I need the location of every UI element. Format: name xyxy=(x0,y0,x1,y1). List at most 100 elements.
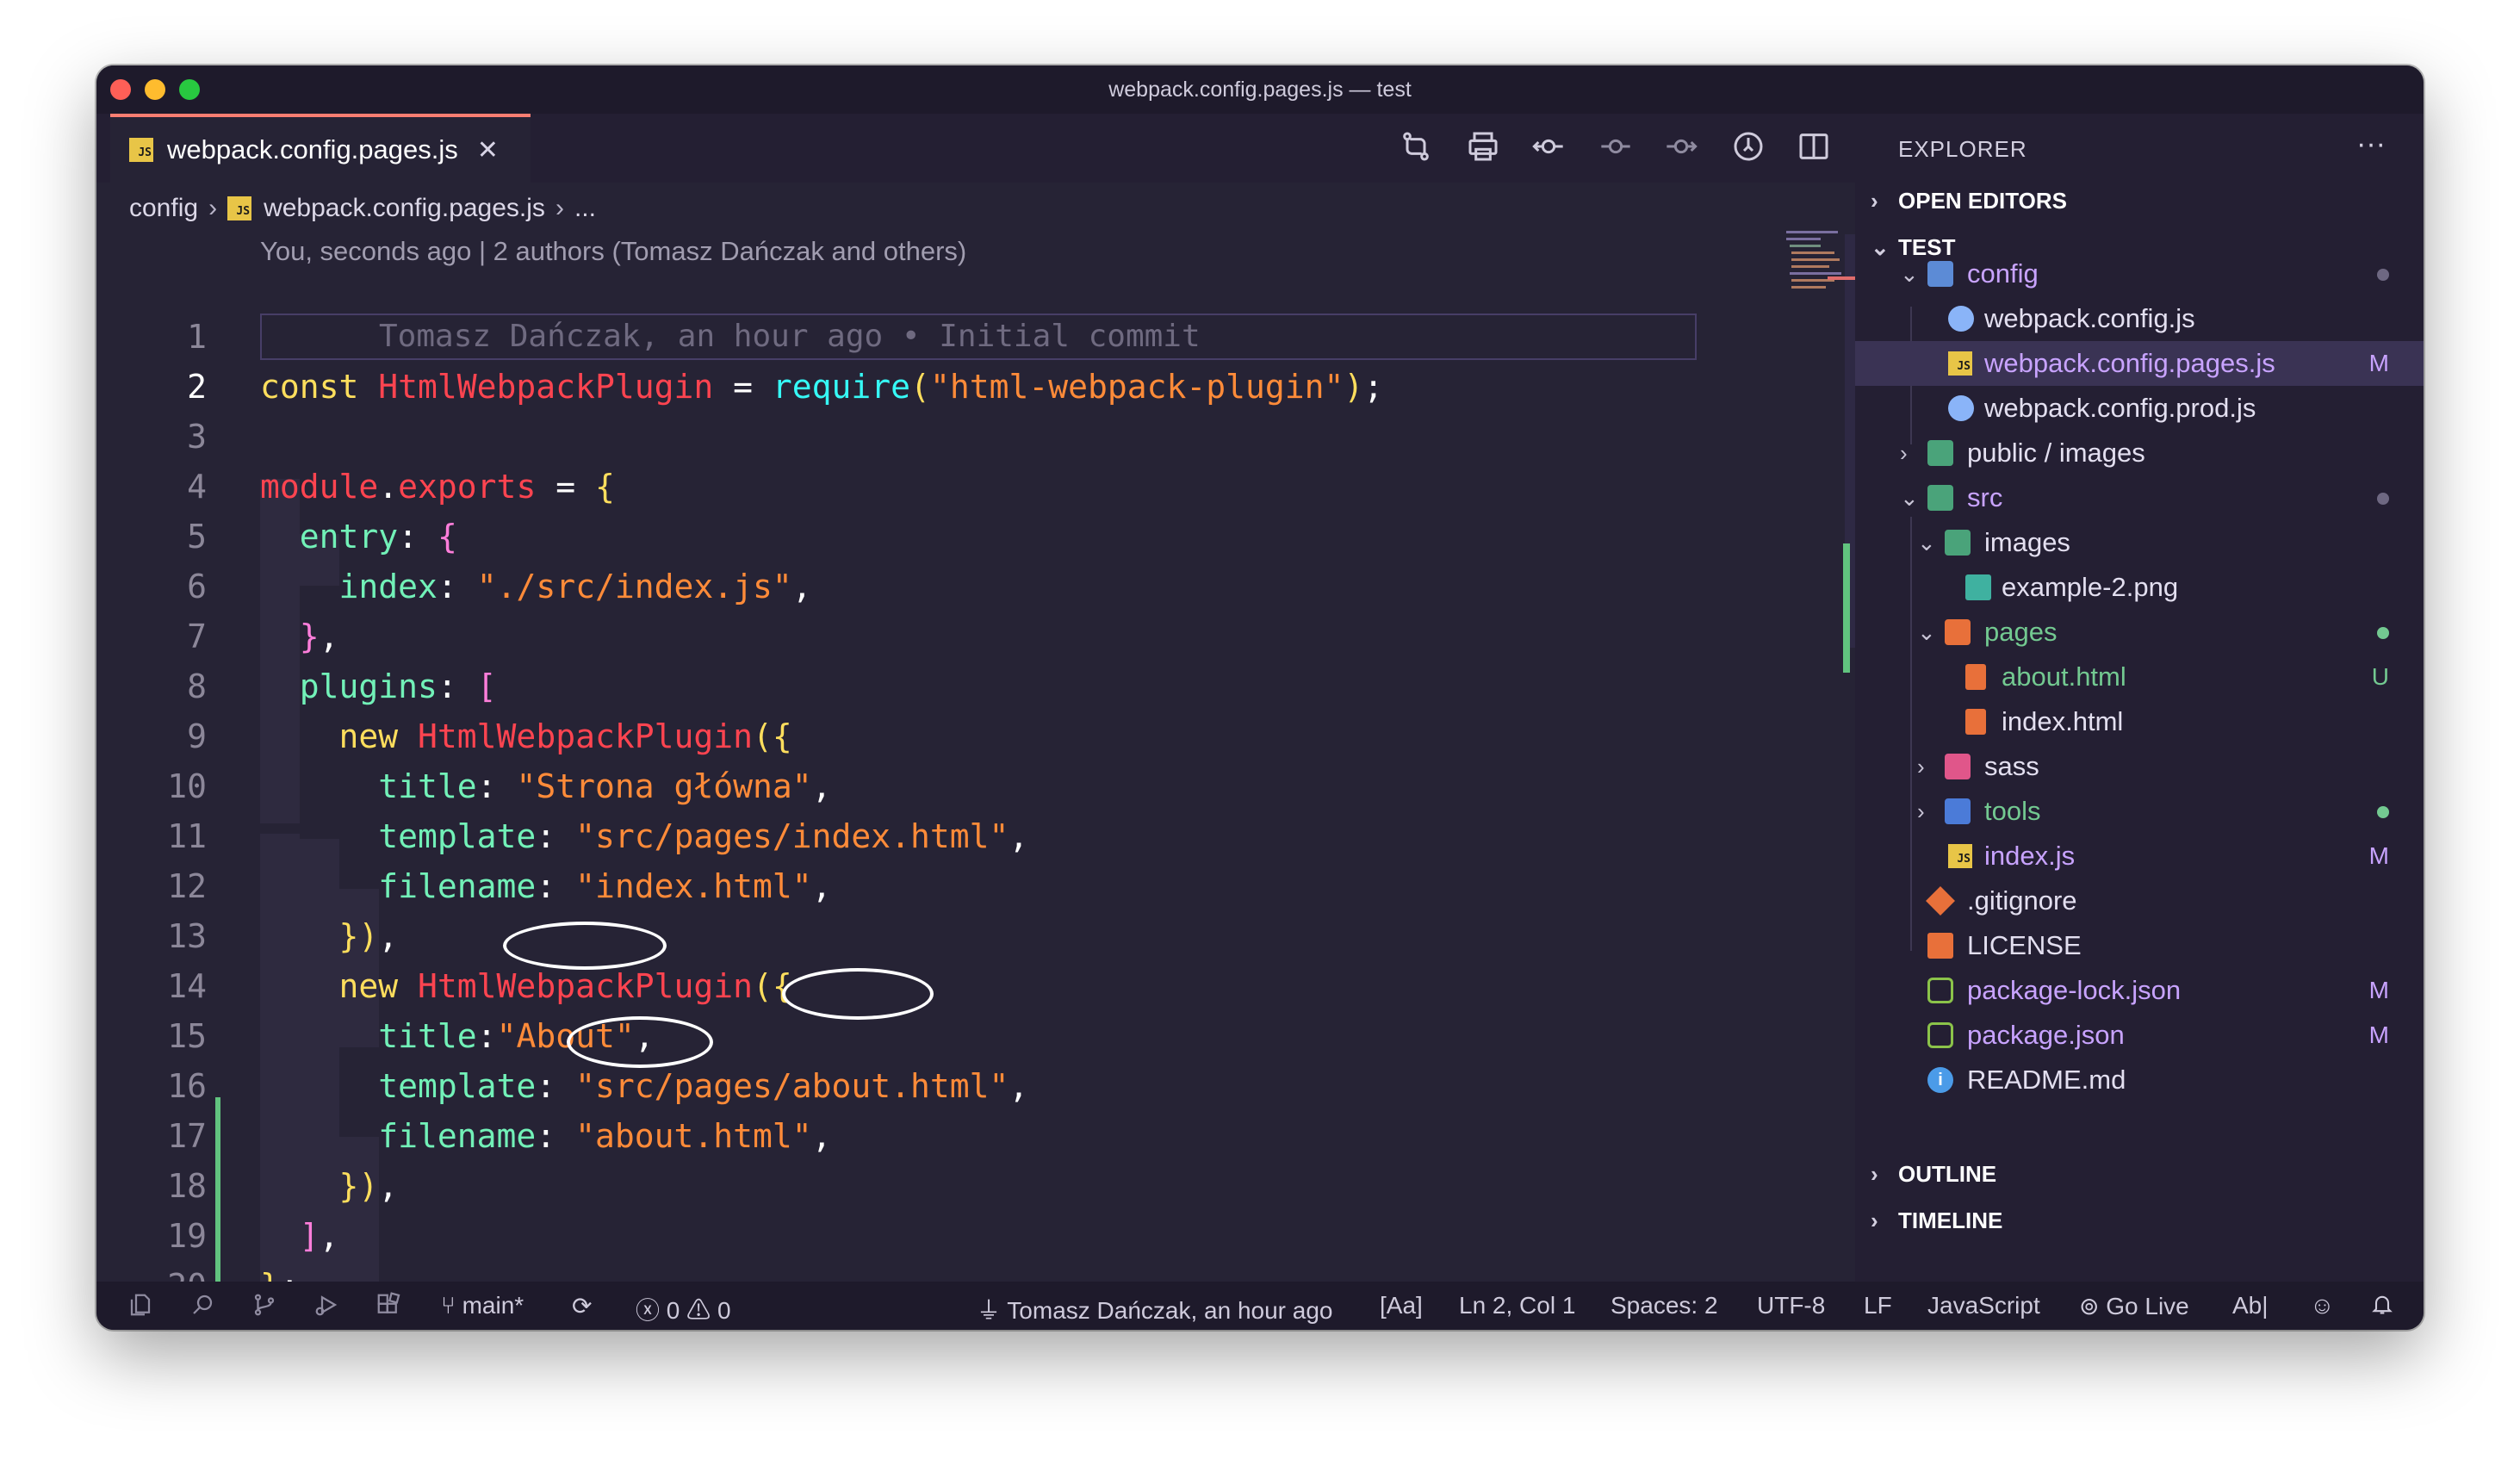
search-icon[interactable] xyxy=(189,1292,215,1324)
broadcast-icon: ⊚ xyxy=(2079,1293,2100,1319)
branch-indicator[interactable]: ⑂ main* xyxy=(441,1292,524,1319)
tree-file[interactable]: .gitignore xyxy=(1855,879,2424,923)
code-line: 3 module.exports = { xyxy=(96,362,1776,506)
tree-file[interactable]: webpack.config.js xyxy=(1855,296,2424,341)
history-icon[interactable] xyxy=(1729,129,1767,167)
code-line: 5 index: "./src/index.js", xyxy=(96,462,1776,605)
breadcrumb-item[interactable]: webpack.config.pages.js xyxy=(264,194,545,223)
vscode-window: webpack.config.pages.js — test JS webpac… xyxy=(96,65,2424,1330)
chevron-down-icon: ⌄ xyxy=(1917,619,1936,645)
git-commit-forward-icon[interactable] xyxy=(1662,129,1700,167)
folder-pages-icon xyxy=(1945,619,1971,645)
tab-bar: JS webpack.config.pages.js ✕ xyxy=(96,114,1855,183)
webpack-icon xyxy=(1948,306,1974,332)
git-commit-icon[interactable] xyxy=(1597,129,1635,167)
nodejs-icon xyxy=(1927,1022,1953,1048)
section-outline[interactable]: › OUTLINE xyxy=(1871,1161,1996,1188)
inline-blame: Tomasz Dańczak, an hour ago • Initial co… xyxy=(379,319,1201,354)
code-line: 17 }), xyxy=(96,1061,1776,1205)
language-mode[interactable]: JavaScript xyxy=(1927,1292,2040,1319)
info-icon: i xyxy=(1927,1067,1953,1093)
case-sensitive-toggle[interactable]: [Aa] xyxy=(1380,1292,1423,1319)
tree-folder-config[interactable]: ⌄ config xyxy=(1855,251,2424,296)
run-debug-icon[interactable] xyxy=(313,1292,339,1324)
indentation[interactable]: Spaces: 2 xyxy=(1611,1292,1718,1319)
folder-src-icon xyxy=(1927,485,1953,511)
problems-indicator[interactable]: ⓧ 0 ⚠ 0 xyxy=(636,1292,731,1326)
folder-images-icon xyxy=(1945,530,1971,556)
scroll-marker xyxy=(1828,276,1855,280)
explorer-sidebar: EXPLORER ··· › OPEN EDITORS ⌄ TEST ⌄ confi… xyxy=(1855,114,2424,1282)
feedback-icon[interactable]: ☺ xyxy=(2310,1292,2335,1319)
breadcrumb-item[interactable]: ... xyxy=(574,194,596,223)
tree-folder-sass[interactable]: › sass xyxy=(1855,744,2424,789)
explorer-icon[interactable] xyxy=(127,1292,153,1324)
git-commit-icon: ⏚ xyxy=(977,1297,1002,1324)
section-open-editors[interactable]: › OPEN EDITORS xyxy=(1871,188,2067,214)
explorer-title: EXPLORER xyxy=(1898,136,2027,162)
code-line: 14 title:"About", xyxy=(96,911,1776,1055)
code-line-current: 2 Tomasz Dańczak, an hour ago • Initial … xyxy=(96,312,1776,406)
tree-file[interactable]: package.json M xyxy=(1855,1013,2424,1058)
breadcrumb-item[interactable]: config xyxy=(129,194,198,223)
code-line: 16 filename: "about.html", xyxy=(96,1011,1776,1155)
chevron-right-icon: › xyxy=(208,194,218,222)
annotation-circle xyxy=(567,1016,713,1068)
bell-icon[interactable] xyxy=(2370,1292,2394,1322)
code-editor[interactable]: You, seconds ago | 2 authors (Tomasz Dań… xyxy=(96,234,1855,1330)
sync-icon[interactable]: ⟳ xyxy=(572,1292,592,1320)
cursor-position[interactable]: Ln 2, Col 1 xyxy=(1459,1292,1575,1319)
image-file-icon xyxy=(1965,574,1991,600)
more-actions-icon[interactable]: ··· xyxy=(2356,127,2386,161)
git-blame-status[interactable]: ⏚ Tomasz Dańczak, an hour ago xyxy=(977,1292,1333,1326)
compare-changes-icon[interactable] xyxy=(1397,129,1435,167)
split-editor-icon[interactable] xyxy=(1795,129,1833,167)
code-line: 7 plugins: [ xyxy=(96,562,1776,705)
tree-file[interactable]: LICENSE xyxy=(1855,923,2424,968)
javascript-file-icon: JS xyxy=(1948,844,1972,868)
tree-file-selected[interactable]: JS webpack.config.pages.js M xyxy=(1855,341,2424,386)
source-control-icon[interactable] xyxy=(251,1292,277,1324)
end-of-line[interactable]: LF xyxy=(1864,1292,1892,1319)
title-bar: webpack.config.pages.js — test xyxy=(96,65,2424,114)
status-bar: ⑂ main* ⟳ ⓧ 0 ⚠ 0 ⏚ Tomasz Dańczak, an h… xyxy=(96,1282,2424,1330)
error-icon: ⓧ xyxy=(636,1297,661,1324)
chevron-down-icon: ⌄ xyxy=(1900,261,1919,287)
code-line: 11 filename: "index.html", xyxy=(96,761,1776,905)
code-line: 8 new HtmlWebpackPlugin({ xyxy=(96,612,1776,755)
tree-folder-tools[interactable]: › tools xyxy=(1855,789,2424,834)
spell-check[interactable]: Ab| xyxy=(2232,1292,2269,1319)
extensions-icon[interactable] xyxy=(376,1292,401,1324)
tree-file[interactable]: webpack.config.prod.js xyxy=(1855,386,2424,431)
tab-webpack-config-pages[interactable]: JS webpack.config.pages.js ✕ xyxy=(110,114,531,183)
git-icon xyxy=(1926,886,1955,916)
tree-file[interactable]: JS index.js M xyxy=(1855,834,2424,879)
go-live-button[interactable]: ⊚ Go Live xyxy=(2079,1292,2189,1320)
untracked-dot xyxy=(2377,806,2389,818)
code-line: 9 title: "Strona główna", xyxy=(96,661,1776,805)
annotation-circle xyxy=(503,922,667,970)
encoding[interactable]: UTF-8 xyxy=(1757,1292,1825,1319)
tree-file[interactable]: index.html xyxy=(1855,699,2424,744)
tree-file[interactable]: about.html U xyxy=(1855,655,2424,699)
code-line: 19 }; xyxy=(96,1161,1776,1305)
tree-folder-pages[interactable]: ⌄ pages xyxy=(1855,610,2424,655)
chevron-right-icon: › xyxy=(1900,440,1908,466)
code-line: 13 new HtmlWebpackPlugin({ xyxy=(96,861,1776,1005)
print-icon[interactable] xyxy=(1464,129,1502,167)
annotation-circle xyxy=(782,968,934,1020)
close-icon[interactable]: ✕ xyxy=(477,135,499,165)
tree-file[interactable]: i README.md xyxy=(1855,1058,2424,1102)
breadcrumb: config › JS webpack.config.pages.js › ..… xyxy=(96,183,1855,234)
section-timeline[interactable]: › TIMELINE xyxy=(1871,1208,2002,1234)
tree-folder-src[interactable]: ⌄ src xyxy=(1855,475,2424,520)
code-line: 15 template: "src/pages/about.html", xyxy=(96,961,1776,1105)
git-commit-back-icon[interactable] xyxy=(1530,129,1567,167)
tree-file[interactable]: package-lock.json M xyxy=(1855,968,2424,1013)
tree-file[interactable]: example-2.png xyxy=(1855,565,2424,610)
git-branch-icon: ⑂ xyxy=(441,1292,456,1319)
tree-folder-public-images[interactable]: › public / images xyxy=(1855,431,2424,475)
html-file-icon xyxy=(1965,664,1986,690)
code-line: 10 template: "src/pages/index.html", xyxy=(96,711,1776,855)
tree-folder-images[interactable]: ⌄ images xyxy=(1855,520,2424,565)
